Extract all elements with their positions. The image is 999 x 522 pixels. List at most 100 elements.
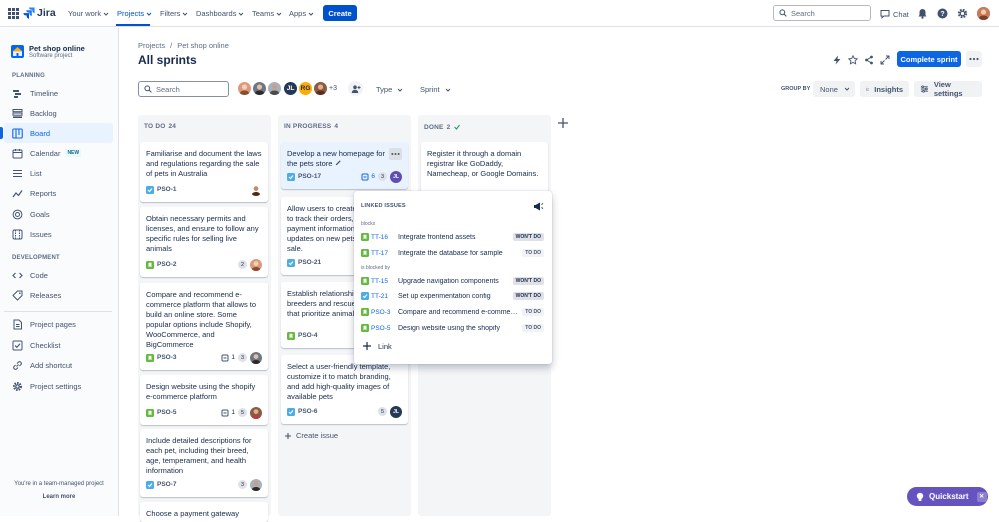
sidebar-item-backlog[interactable]: Backlog bbox=[4, 103, 113, 123]
sidebar-item-project-pages[interactable]: Project pages bbox=[4, 314, 113, 334]
linked-issue-key[interactable]: PSO-5 bbox=[371, 325, 395, 332]
global-search-input[interactable]: Search bbox=[773, 5, 871, 21]
linked-issue-key[interactable]: TT-17 bbox=[371, 250, 395, 257]
complete-sprint-button[interactable]: Complete sprint bbox=[897, 51, 961, 67]
sprint-filter-dropdown[interactable]: Sprint bbox=[420, 85, 451, 94]
add-people-button[interactable] bbox=[348, 81, 363, 96]
linked-issue-key[interactable]: TT-21 bbox=[371, 293, 395, 300]
group-by-dropdown[interactable]: None bbox=[813, 81, 855, 97]
linked-issue-row-pso-5[interactable]: PSO-5 Design website using the shopify T… bbox=[361, 321, 544, 335]
sidebar-item-goals[interactable]: Goals bbox=[4, 204, 113, 224]
view-settings-button[interactable]: View settings bbox=[914, 80, 982, 98]
notifications-icon[interactable] bbox=[917, 8, 928, 19]
sidebar-item-project-settings[interactable]: Project settings bbox=[4, 376, 113, 396]
issue-card-pso-1[interactable]: Familiarise and document the laws and re… bbox=[140, 142, 268, 202]
issue-key[interactable]: PSO-21 bbox=[298, 259, 321, 266]
issue-key[interactable]: PSO-3 bbox=[157, 354, 177, 361]
linked-issue-key[interactable]: TT-16 bbox=[371, 234, 395, 241]
assignee-avatar[interactable] bbox=[250, 183, 262, 196]
linked-issue-row-tt-15[interactable]: TT-15 Upgrade navigation components WON'… bbox=[361, 274, 544, 288]
issue-key[interactable]: PSO-1 bbox=[157, 186, 177, 193]
user-avatar[interactable] bbox=[977, 7, 990, 20]
issue-card-pso-17[interactable]: Develop a new homepage for the pets stor… bbox=[281, 142, 408, 189]
assignee-avatar[interactable] bbox=[250, 351, 262, 364]
sidebar-item-calendar[interactable]: Calendar NEW bbox=[4, 143, 113, 163]
close-icon[interactable]: ✕ bbox=[976, 491, 987, 502]
share-icon[interactable] bbox=[864, 55, 874, 65]
issue-card-pso-7[interactable]: Include detailed descriptions for each p… bbox=[140, 429, 268, 497]
project-avatar-icon[interactable] bbox=[11, 45, 24, 58]
issue-card-pso-6[interactable]: Select a user-friendly template, customi… bbox=[281, 355, 408, 424]
card-more-button[interactable] bbox=[389, 148, 402, 160]
breadcrumb-project[interactable]: Pet shop online bbox=[177, 41, 229, 50]
avatar-filter-3[interactable] bbox=[266, 80, 283, 97]
chat-label: Chat bbox=[893, 9, 909, 19]
create-issue-button[interactable]: Create issue bbox=[284, 431, 338, 440]
linked-issue-key[interactable]: PSO-3 bbox=[371, 309, 395, 316]
issue-card-partial[interactable]: Choose a payment gateway bbox=[140, 502, 268, 522]
sidebar-item-list[interactable]: List bbox=[4, 163, 113, 183]
linked-issue-key[interactable]: TT-15 bbox=[371, 278, 395, 285]
nav-filters[interactable]: Filters bbox=[160, 9, 188, 18]
linked-issue-row-tt-16[interactable]: TT-16 Integrate frontend assets WON'T DO bbox=[361, 230, 544, 244]
sidebar-item-reports[interactable]: Reports bbox=[4, 183, 113, 203]
sidebar-item-checklist[interactable]: Checklist bbox=[4, 335, 113, 355]
app-switcher-icon[interactable] bbox=[8, 8, 19, 19]
assignee-avatar-jl[interactable]: JL bbox=[390, 405, 402, 418]
fullscreen-icon[interactable] bbox=[880, 55, 890, 65]
feedback-megaphone-icon[interactable] bbox=[532, 200, 544, 212]
settings-gear-icon[interactable] bbox=[957, 8, 968, 19]
sidebar-item-code[interactable]: Code bbox=[4, 265, 113, 285]
blocked-by-label: is blocked by bbox=[361, 265, 390, 271]
card-footer: PSO-5 1 5 bbox=[146, 406, 262, 419]
edit-pencil-icon[interactable] bbox=[335, 159, 342, 166]
nav-apps[interactable]: Apps bbox=[289, 9, 314, 18]
add-link-button[interactable]: Link bbox=[362, 341, 392, 351]
insights-button[interactable]: Insights bbox=[860, 81, 909, 97]
more-actions-button[interactable] bbox=[966, 51, 982, 67]
automation-lightning-icon[interactable] bbox=[832, 55, 842, 65]
issue-card-pso-2[interactable]: Obtain necessary permits and licenses, a… bbox=[140, 207, 268, 277]
issue-key[interactable]: PSO-5 bbox=[157, 409, 177, 416]
assignee-avatar[interactable] bbox=[250, 478, 262, 491]
help-icon[interactable]: ? bbox=[937, 8, 948, 19]
avatar-filter-6[interactable] bbox=[312, 80, 329, 97]
learn-more-link[interactable]: Learn more bbox=[0, 494, 118, 500]
quickstart-button[interactable]: Quickstart ✕ bbox=[907, 487, 988, 506]
issue-card-pso-3[interactable]: Compare and recommend e-commerce platfor… bbox=[140, 283, 268, 370]
issue-key[interactable]: PSO-4 bbox=[298, 332, 318, 339]
assignee-avatar[interactable] bbox=[250, 258, 262, 271]
nav-teams[interactable]: Teams bbox=[252, 9, 282, 18]
linked-issue-row-tt-21[interactable]: TT-21 Set up experimentation config WON'… bbox=[361, 289, 544, 303]
nav-dashboards[interactable]: Dashboards bbox=[196, 9, 244, 18]
nav-your-work[interactable]: Your work bbox=[68, 9, 109, 18]
type-filter-dropdown[interactable]: Type bbox=[376, 85, 403, 94]
sidebar-item-issues[interactable]: Issues bbox=[4, 224, 113, 244]
linked-issue-row-pso-3[interactable]: PSO-3 Compare and recommend e-commerce T… bbox=[361, 305, 544, 319]
sidebar-item-board[interactable]: Board bbox=[0, 123, 113, 143]
sidebar-item-timeline[interactable]: Timeline bbox=[4, 83, 113, 103]
breadcrumb-projects[interactable]: Projects bbox=[138, 41, 165, 50]
assignee-avatar-jl[interactable]: JL bbox=[390, 170, 402, 183]
issue-card-pso-5[interactable]: Design website using the shopify e-comme… bbox=[140, 375, 268, 425]
sidebar-item-add-shortcut[interactable]: Add shortcut bbox=[4, 355, 113, 375]
assignee-avatar[interactable] bbox=[250, 406, 262, 419]
linked-issue-row-tt-17[interactable]: TT-17 Integrate the database for sample … bbox=[361, 246, 544, 260]
nav-projects[interactable]: Projects bbox=[117, 9, 152, 18]
more-avatars-count[interactable]: +3 bbox=[329, 85, 337, 92]
issue-key[interactable]: PSO-6 bbox=[298, 408, 318, 415]
linked-issue-summary: Set up experimentation config bbox=[398, 292, 491, 300]
chat-button[interactable]: Chat bbox=[880, 9, 909, 19]
issue-key[interactable]: PSO-7 bbox=[157, 481, 177, 488]
jira-logo[interactable]: Jira bbox=[23, 7, 56, 19]
project-name[interactable]: Pet shop online bbox=[29, 44, 85, 53]
sidebar-item-releases[interactable]: Releases bbox=[4, 285, 113, 305]
create-button[interactable]: Create bbox=[323, 5, 357, 21]
add-column-button[interactable] bbox=[556, 116, 570, 130]
issue-key[interactable]: PSO-2 bbox=[157, 261, 177, 268]
star-icon[interactable] bbox=[848, 55, 858, 65]
board-search-input[interactable]: Search bbox=[138, 81, 229, 97]
issue-card-done-1[interactable]: Register it through a domain registrar l… bbox=[421, 142, 548, 194]
linked-issues-count[interactable]: 6 bbox=[361, 173, 375, 181]
issue-key[interactable]: PSO-17 bbox=[298, 173, 321, 180]
